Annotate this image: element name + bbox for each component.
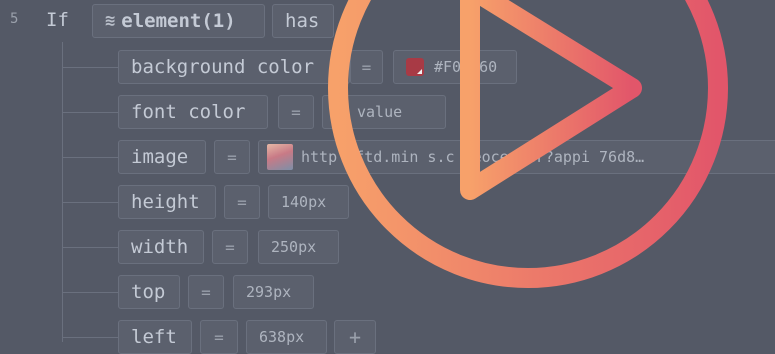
left-value-text: 638px [259, 328, 305, 346]
element-selector[interactable]: ≋ element(1) [92, 4, 265, 38]
color-swatch[interactable] [406, 58, 424, 76]
property-name: image [131, 146, 189, 168]
play-circle [328, 0, 728, 288]
stack-icon: ≋ [105, 11, 116, 31]
equals-operator[interactable]: = [224, 185, 260, 219]
width-value[interactable]: 250px [258, 230, 339, 264]
color-value[interactable]: #F0 060 [393, 50, 517, 84]
property-name: width [131, 236, 189, 258]
operator-label: = [291, 102, 301, 122]
plus-icon: + [348, 325, 362, 349]
image-thumbnail [267, 144, 293, 170]
if-keyword: If [46, 9, 69, 31]
tree-branch [62, 112, 118, 113]
width-value-text: 250px [271, 238, 317, 256]
image-url-text: http /ftd.min s.c deocenter?appi 76d8… [301, 148, 645, 166]
operator-label: = [361, 57, 372, 77]
property-name: background color [131, 56, 315, 78]
property-name: font color [131, 101, 246, 123]
has-label: has [285, 10, 320, 32]
left-value[interactable]: 638px [246, 320, 327, 354]
has-operator[interactable]: has [272, 4, 334, 38]
property-background-color[interactable]: background color [118, 50, 350, 84]
play-overlay[interactable] [0, 0, 775, 353]
operator-label: = [201, 282, 211, 302]
property-height[interactable]: height [118, 185, 216, 219]
equals-operator[interactable]: = [212, 230, 248, 264]
property-name: left [131, 326, 177, 348]
operator-label: = [214, 327, 224, 347]
operator-label: = [227, 147, 237, 167]
add-property-button[interactable]: + [334, 320, 376, 354]
tree-branch [62, 202, 118, 203]
line-number: 5 [10, 11, 19, 27]
equals-operator[interactable]: = [214, 140, 250, 174]
tree-branch [62, 292, 118, 293]
tree-branch [62, 247, 118, 248]
operator-label: = [237, 192, 247, 212]
top-value[interactable]: 293px [233, 275, 314, 309]
tree-branch [62, 157, 118, 158]
color-value-text: #F0 060 [434, 58, 498, 76]
value-placeholder: value [357, 103, 403, 121]
equals-operator[interactable]: = [278, 95, 314, 129]
property-name: top [131, 281, 166, 303]
property-width[interactable]: width [118, 230, 204, 264]
height-value[interactable]: 140px [268, 185, 349, 219]
element-label: element(1) [121, 10, 236, 32]
image-url-value[interactable]: http /ftd.min s.c deocenter?appi 76d8… [258, 140, 775, 174]
equals-operator[interactable]: = [200, 320, 238, 354]
tree-line [62, 42, 63, 342]
equals-operator[interactable]: = [188, 275, 224, 309]
property-left[interactable]: left [118, 320, 192, 354]
property-name: height [131, 191, 200, 213]
property-font-color[interactable]: font color [118, 95, 268, 129]
equals-operator[interactable]: = [350, 50, 383, 84]
height-value-text: 140px [281, 193, 327, 211]
value-input[interactable]: value [322, 95, 446, 129]
top-value-text: 293px [246, 283, 292, 301]
property-image[interactable]: image [118, 140, 206, 174]
operator-label: = [225, 237, 235, 257]
tree-branch [62, 337, 118, 338]
tree-branch [62, 67, 118, 68]
property-top[interactable]: top [118, 275, 180, 309]
